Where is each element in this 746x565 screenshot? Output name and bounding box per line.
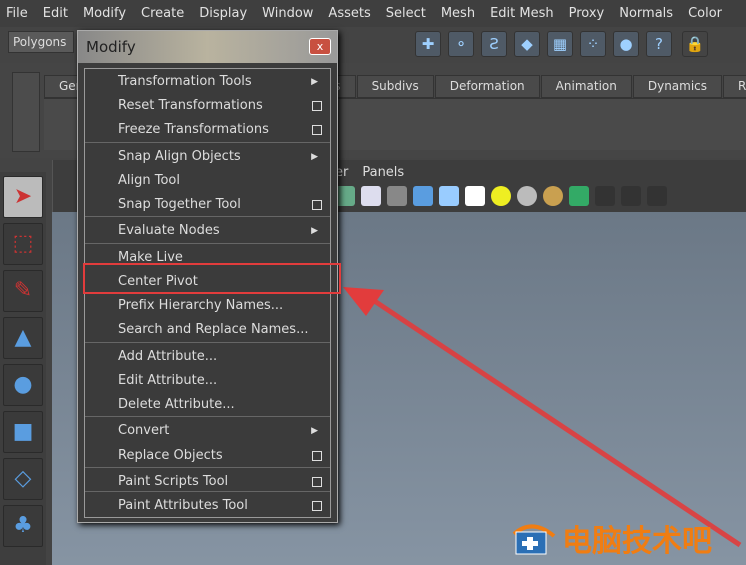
menu-separator xyxy=(85,142,330,143)
modify-menu-title[interactable]: Modify xyxy=(78,31,337,63)
option-box-icon[interactable] xyxy=(312,101,322,111)
menu-item-transformation-tools[interactable]: Transformation Tools ▶ xyxy=(85,71,330,93)
menu-item-label: Evaluate Nodes xyxy=(118,223,220,238)
menu-item-label: Replace Objects xyxy=(118,448,223,463)
menu-item-label: Edit Attribute... xyxy=(118,373,218,388)
option-box-icon[interactable] xyxy=(312,477,322,487)
menu-item-add-attribute[interactable]: Add Attribute... xyxy=(85,346,330,368)
menu-item-label: Delete Attribute... xyxy=(118,397,235,412)
watermark-text: 电脑技术吧 xyxy=(562,524,712,559)
menu-item-label: Add Attribute... xyxy=(118,349,218,364)
option-box-icon[interactable] xyxy=(312,125,322,135)
menu-item-align-tool[interactable]: Align Tool xyxy=(85,170,330,192)
menu-item-paint-scripts-tool[interactable]: Paint Scripts Tool xyxy=(85,471,330,493)
option-box-icon[interactable] xyxy=(312,451,322,461)
close-button[interactable]: x xyxy=(309,38,331,55)
menu-item-label: Search and Replace Names... xyxy=(118,322,309,337)
menu-separator xyxy=(85,243,330,244)
menu-separator xyxy=(85,467,330,468)
menu-item-label: Freeze Transformations xyxy=(118,122,269,137)
menu-separator xyxy=(85,491,330,492)
menu-item-label: Snap Align Objects xyxy=(118,149,241,164)
menu-item-convert[interactable]: Convert ▶ xyxy=(85,420,330,442)
watermark-logo-icon xyxy=(512,524,556,555)
menu-item-delete-attribute[interactable]: Delete Attribute... xyxy=(85,394,330,416)
arrow-shaft xyxy=(368,295,742,548)
menu-item-edit-attribute[interactable]: Edit Attribute... xyxy=(85,370,330,392)
watermark: 电脑技术吧 xyxy=(510,516,712,560)
menu-item-label: Convert xyxy=(118,423,170,438)
menu-item-label: Snap Together Tool xyxy=(118,197,241,212)
menu-separator xyxy=(85,416,330,417)
menu-item-label: Paint Scripts Tool xyxy=(118,474,229,489)
menu-item-snap-align-objects[interactable]: Snap Align Objects ▶ xyxy=(85,146,330,168)
menu-item-prefix-hierarchy-names[interactable]: Prefix Hierarchy Names... xyxy=(85,295,330,317)
menu-item-replace-objects[interactable]: Replace Objects xyxy=(85,445,330,467)
submenu-arrow-icon: ▶ xyxy=(311,226,318,236)
menu-item-label: Reset Transformations xyxy=(118,98,263,113)
menu-separator xyxy=(85,342,330,343)
menu-item-snap-together-tool[interactable]: Snap Together Tool xyxy=(85,194,330,216)
submenu-arrow-icon: ▶ xyxy=(311,152,318,162)
menu-item-search-and-replace-names[interactable]: Search and Replace Names... xyxy=(85,319,330,341)
submenu-arrow-icon: ▶ xyxy=(311,426,318,436)
submenu-arrow-icon: ▶ xyxy=(311,77,318,87)
menu-item-label: Paint Attributes Tool xyxy=(118,498,248,513)
option-box-icon[interactable] xyxy=(312,501,322,511)
menu-item-label: Align Tool xyxy=(118,173,180,188)
menu-separator xyxy=(85,216,330,217)
menu-item-reset-transformations[interactable]: Reset Transformations xyxy=(85,95,330,117)
menu-item-evaluate-nodes[interactable]: Evaluate Nodes ▶ xyxy=(85,220,330,242)
menu-item-freeze-transformations[interactable]: Freeze Transformations xyxy=(85,119,330,141)
menu-item-label: Prefix Hierarchy Names... xyxy=(118,298,284,313)
menu-item-label: Transformation Tools xyxy=(118,74,252,89)
option-box-icon[interactable] xyxy=(312,200,322,210)
highlight-box xyxy=(83,263,341,294)
menu-item-paint-attributes-tool[interactable]: Paint Attributes Tool xyxy=(85,495,330,517)
